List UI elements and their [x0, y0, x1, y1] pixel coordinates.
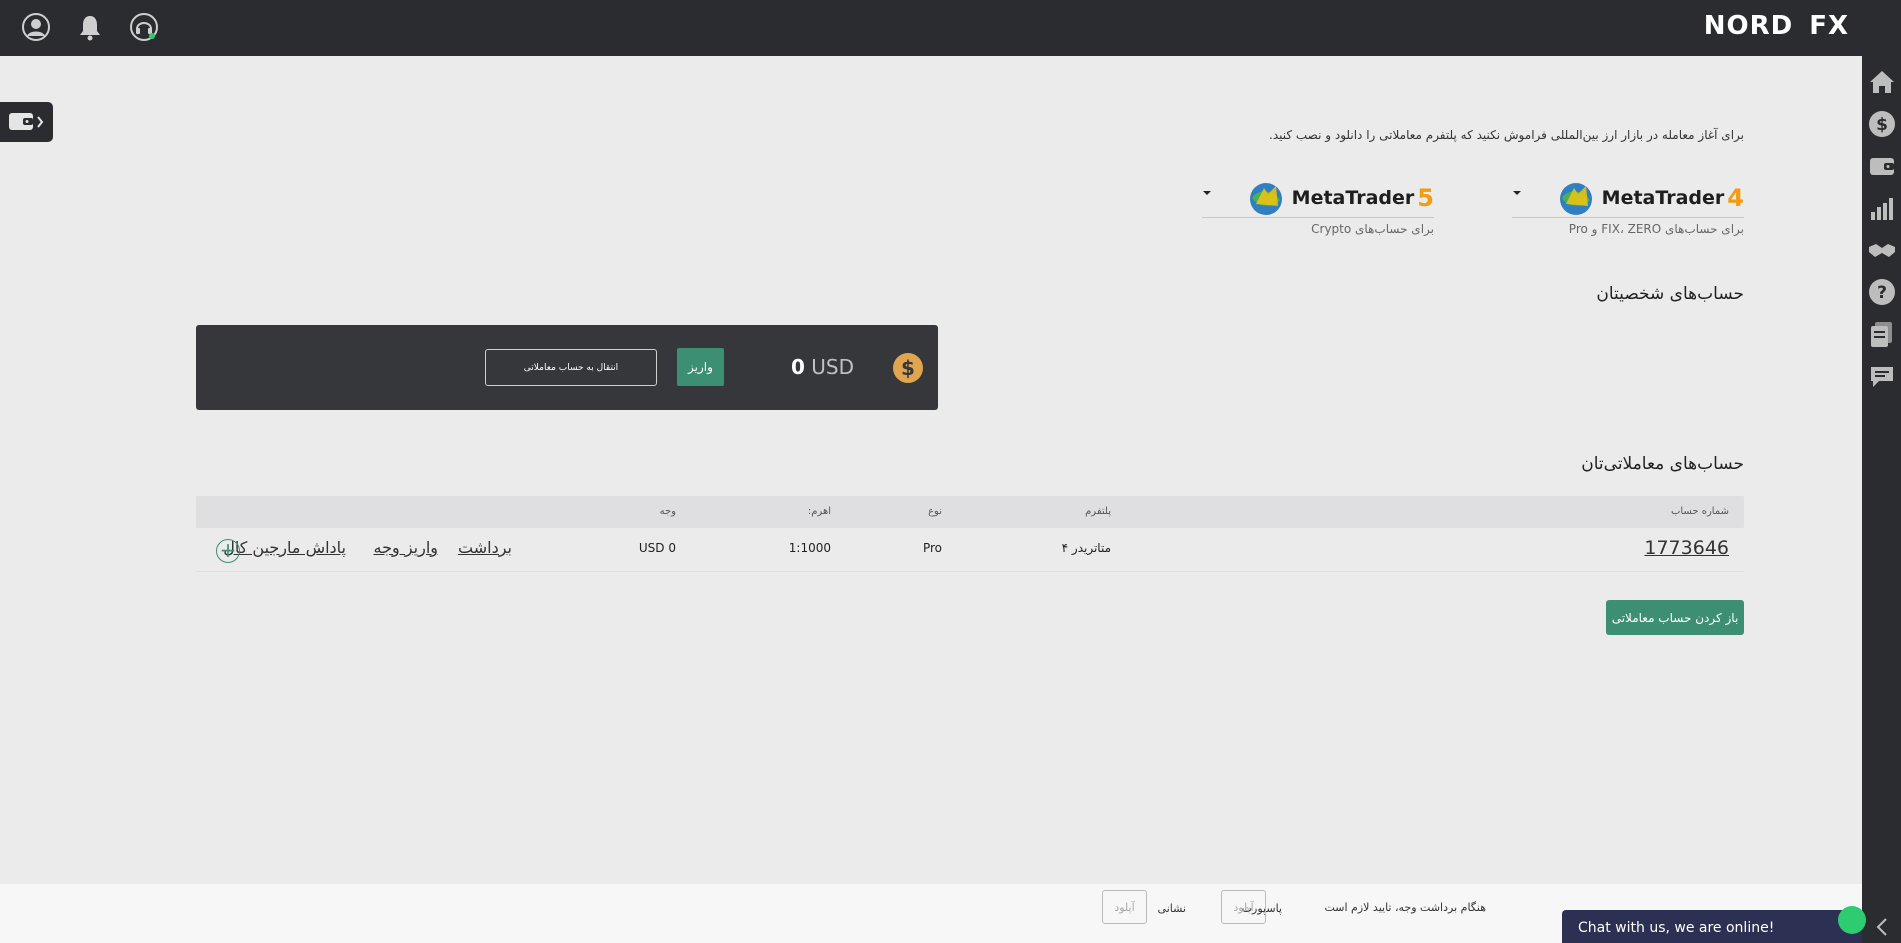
top-bar: NORD FX — [0, 0, 1901, 56]
chat-online-indicator — [1838, 906, 1866, 934]
upload-address-button[interactable]: آپلود — [1102, 890, 1147, 924]
col-type: نوع — [928, 506, 942, 517]
trading-accounts-title: حساب‌های معاملاتی‌تان — [1581, 454, 1744, 474]
metatrader-globe-icon — [1249, 183, 1282, 215]
chart-icon[interactable] — [1867, 193, 1897, 223]
row-leverage: 1:1000 — [788, 541, 831, 555]
intro-text: برای آغاز معامله در بازار ارز بین‌المللی… — [1269, 128, 1744, 142]
table-header: شماره حساب پلتفرم نوع اهرم: وجه — [196, 496, 1744, 528]
balance-currency: USD — [811, 355, 854, 379]
metatrader5-logo: MetaTrader 5 — [1246, 178, 1434, 218]
verification-note: هنگام برداشت وجه، تایید لازم است — [1324, 901, 1486, 914]
logo-text: NORD — [1703, 11, 1794, 41]
row-platform: متاتریدر ۴ — [1061, 541, 1111, 555]
chat-icon[interactable] — [1867, 361, 1897, 391]
address-label: نشانی — [1157, 902, 1186, 915]
dollar-coin-icon: $ — [893, 353, 923, 383]
col-platform: پلتفرم — [1085, 506, 1111, 517]
col-funds: وجه — [659, 506, 676, 517]
deposit-button[interactable]: واریز — [677, 348, 724, 386]
trading-accounts-table: شماره حساب پلتفرم نوع اهرم: وجه 1773646 … — [196, 496, 1744, 572]
document-icon[interactable] — [1867, 319, 1897, 349]
platform-mt4-subtitle: برای حساب‌های FIX، ZERO و Pro — [1568, 222, 1744, 236]
open-trading-account-button[interactable]: باز کردن حساب معاملاتی — [1606, 600, 1744, 635]
platform-mt4-row[interactable]: MetaTrader 4 — [1512, 174, 1744, 218]
wallet-card: $ 0 USD واریز انتقال به حساب معاملاتی — [196, 325, 938, 410]
svg-text:$: $ — [901, 356, 915, 380]
row-type: Pro — [922, 541, 942, 555]
chevron-down-icon[interactable] — [1202, 188, 1212, 198]
platform-mt5-row[interactable]: MetaTrader 5 — [1202, 174, 1434, 218]
right-sidebar: $ ? — [1862, 56, 1901, 943]
account-number-link[interactable]: 1773646 — [1644, 537, 1729, 559]
col-account: شماره حساب — [1670, 506, 1729, 517]
nordfx-logo[interactable]: NORD FX — [1704, 10, 1849, 42]
personal-accounts-title: حساب‌های شخصیتان — [1596, 284, 1744, 304]
svg-text:?: ? — [1877, 283, 1887, 303]
support-headset-icon[interactable] — [129, 12, 159, 42]
wallet-icon — [9, 113, 44, 130]
deposit-funds-link[interactable]: واریز وجه — [374, 538, 438, 557]
row-funds: 0 USD — [638, 541, 676, 555]
metatrader4-logo: MetaTrader 4 — [1556, 178, 1744, 218]
logo-fx: FX — [1809, 11, 1849, 41]
collapse-chevron-icon[interactable] — [1867, 912, 1897, 942]
wallet-balance: 0 USD — [791, 355, 854, 379]
help-icon[interactable]: ? — [1867, 277, 1897, 307]
bell-icon[interactable] — [75, 12, 105, 42]
dollar-icon[interactable]: $ — [1867, 109, 1897, 139]
table-row: 1773646 متاتریدر ۴ Pro 1:1000 0 USD بردا… — [196, 528, 1744, 572]
margin-call-bonus-link[interactable]: پاداش مارجین کال — [223, 538, 346, 557]
col-leverage: اهرم: — [807, 506, 831, 517]
handshake-icon[interactable] — [1867, 235, 1897, 265]
metatrader-globe-icon — [1559, 183, 1592, 215]
live-chat-widget[interactable]: Chat with us, we are online! — [1562, 910, 1862, 943]
platform-mt5[interactable]: MetaTrader 5 برای حساب‌های Crypto — [1202, 174, 1434, 236]
wallet-panel-toggle[interactable] — [0, 102, 53, 142]
upload-passport-button[interactable]: آپلود — [1221, 890, 1266, 924]
transfer-to-trading-button[interactable]: انتقال به حساب معاملاتی — [485, 349, 657, 386]
home-icon[interactable] — [1867, 67, 1897, 97]
svg-text:$: $ — [1876, 115, 1888, 135]
platform-mt4[interactable]: MetaTrader 4 برای حساب‌های FIX، ZERO و P… — [1512, 174, 1744, 236]
balance-amount: 0 — [790, 355, 805, 379]
platform-mt5-subtitle: برای حساب‌های Crypto — [1311, 222, 1434, 236]
user-icon[interactable] — [21, 12, 51, 42]
expand-row-plus-icon[interactable]: + — [216, 539, 240, 563]
withdraw-link[interactable]: برداشت — [458, 538, 512, 557]
wallet-icon[interactable] — [1867, 151, 1897, 181]
chevron-down-icon[interactable] — [1512, 188, 1522, 198]
